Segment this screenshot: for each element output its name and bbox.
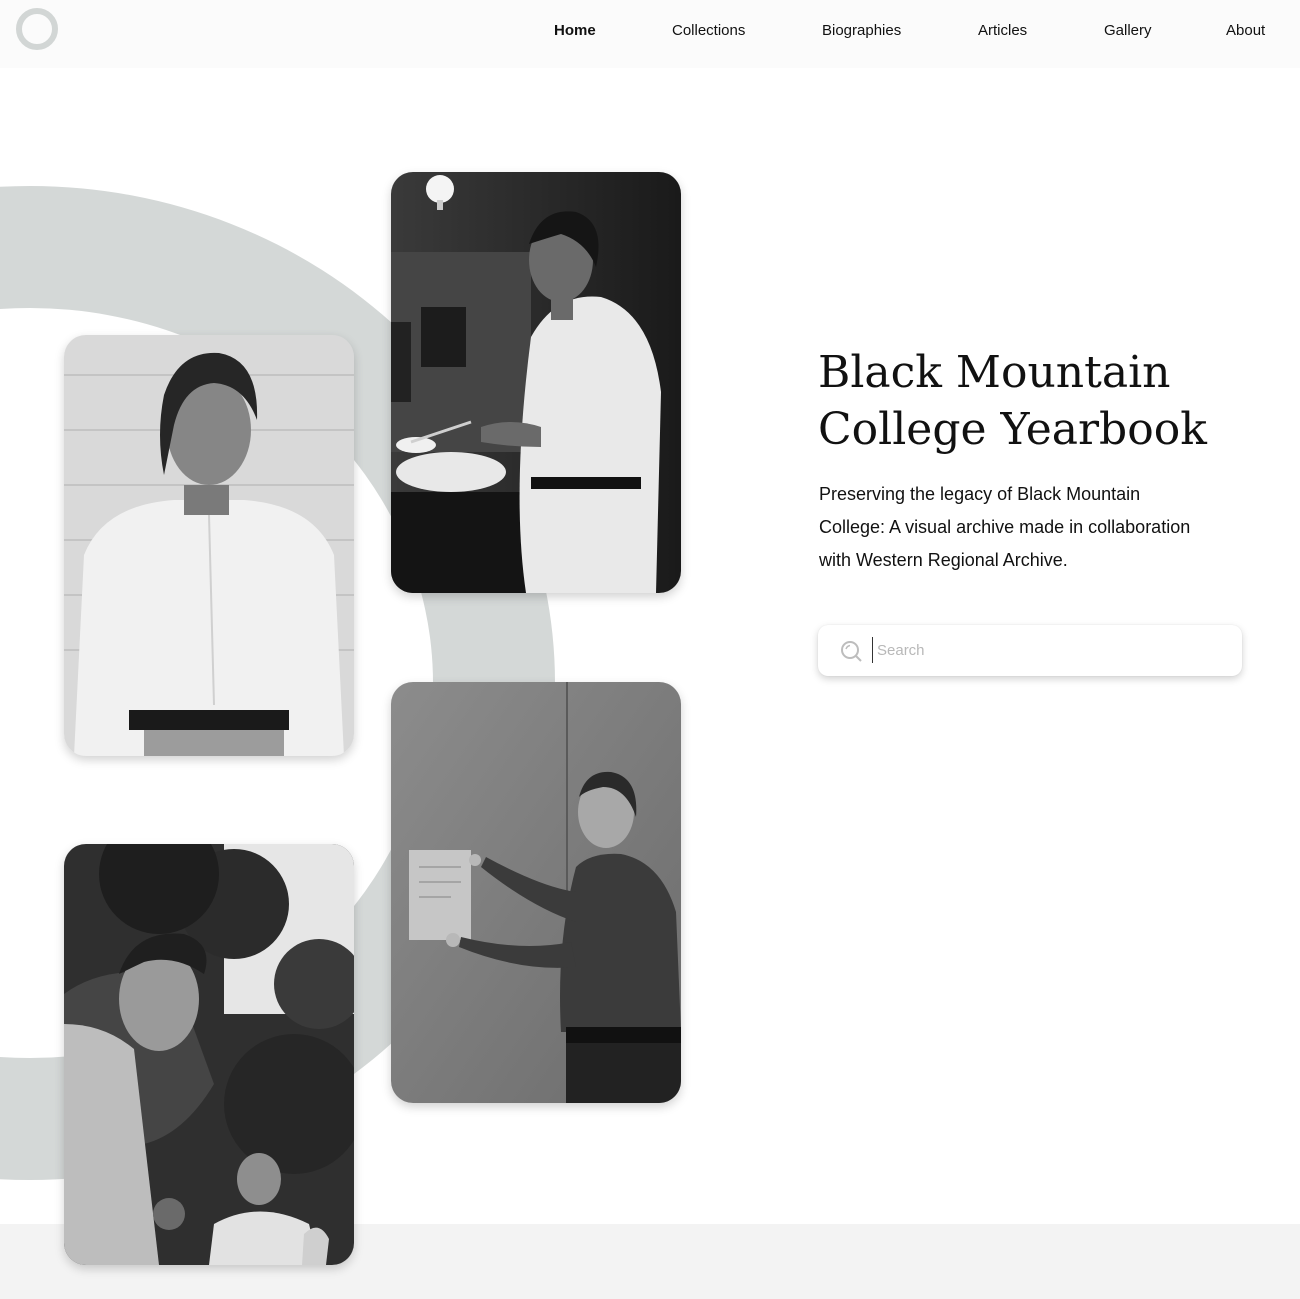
nav-gallery[interactable]: Gallery — [1104, 22, 1152, 39]
page-subtitle: Preserving the legacy of Black Mountain … — [819, 484, 1191, 570]
search-input[interactable] — [872, 637, 1227, 663]
photo-man-at-wall[interactable] — [391, 682, 681, 1103]
nav-articles[interactable]: Articles — [978, 22, 1027, 39]
main-nav: Home Collections Biographies Articles Ga… — [0, 22, 1300, 42]
nav-collections[interactable]: Collections — [672, 22, 745, 39]
page: Home Collections Biographies Articles Ga… — [0, 0, 1300, 1299]
photo-young-man-outdoors[interactable] — [64, 844, 354, 1265]
search-icon — [841, 641, 862, 662]
nav-home[interactable]: Home — [554, 22, 596, 39]
search-box[interactable] — [818, 625, 1242, 676]
photo-woman-portrait[interactable] — [64, 335, 354, 756]
photo-woman-in-kitchen[interactable] — [391, 172, 681, 593]
nav-about[interactable]: About — [1226, 22, 1265, 39]
nav-biographies[interactable]: Biographies — [822, 22, 901, 39]
site-header: Home Collections Biographies Articles Ga… — [0, 0, 1300, 68]
page-title: Black Mountain College Yearbook — [818, 347, 1207, 455]
